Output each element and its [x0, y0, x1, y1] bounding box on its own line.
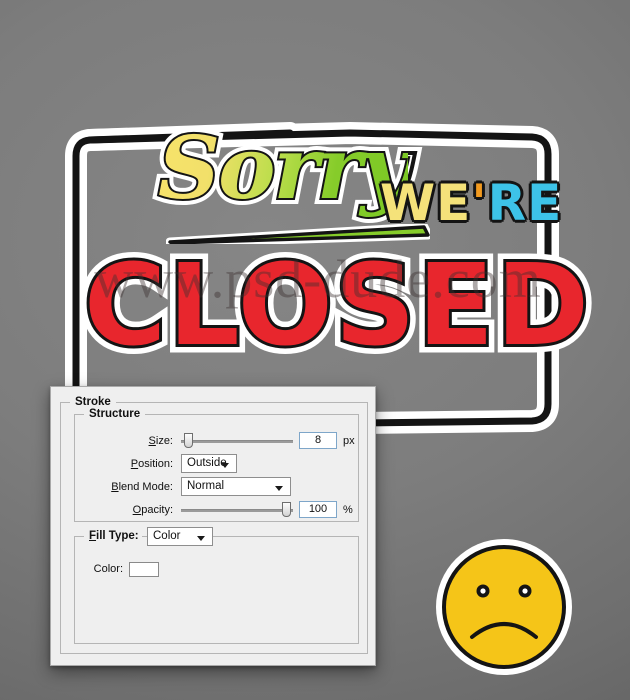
position-label: Position:	[75, 454, 173, 474]
size-slider[interactable]	[181, 431, 293, 451]
blend-mode-label-accel: B	[111, 481, 119, 493]
chevron-down-icon	[275, 486, 283, 491]
color-swatch[interactable]	[129, 562, 159, 577]
size-slider-thumb[interactable]	[184, 433, 193, 448]
position-label-rest: osition:	[138, 458, 173, 470]
blend-mode-row: Blend Mode: Normal	[75, 477, 358, 497]
were-we: WE	[380, 174, 472, 232]
color-label: Color:	[93, 563, 123, 575]
blend-mode-label: Blend Mode:	[75, 477, 173, 497]
size-label-rest: ize:	[155, 435, 173, 447]
position-row: Position: Outside	[75, 454, 358, 474]
size-label-accel: S	[148, 435, 156, 447]
structure-groupbox: Structure Size: 8 px Position: Outside B…	[74, 408, 359, 522]
size-row: Size: 8 px	[75, 431, 358, 451]
position-dropdown[interactable]: Outside	[181, 454, 237, 473]
opacity-label: Opacity:	[75, 500, 173, 520]
size-slider-track[interactable]	[181, 440, 293, 443]
closed-fill: CLOSED	[84, 241, 591, 371]
stroke-layer-style-dialog[interactable]: Stroke Structure Size: 8 px Position: Ou…	[50, 386, 376, 666]
opacity-row: Opacity: 100 %	[75, 500, 358, 520]
opacity-slider[interactable]	[181, 500, 293, 520]
size-unit-label: px	[343, 435, 355, 447]
fill-type-label-rest: ill Type:	[96, 530, 139, 542]
structure-group-label: Structure	[84, 408, 146, 420]
sign-word-sorry: Sorry Sorry Sorry	[152, 120, 416, 218]
fill-type-groupbox: Fill Type: Color Color:	[74, 527, 359, 644]
blend-mode-label-rest: lend Mode:	[118, 481, 173, 493]
opacity-unit-label: %	[343, 504, 353, 516]
sad-face-sticker	[436, 539, 572, 675]
sad-face-eye-left-highlight	[480, 588, 486, 594]
opacity-slider-track[interactable]	[181, 509, 293, 512]
fill-type-group-label: Fill Type:	[84, 530, 142, 542]
blend-mode-dropdown-value: Normal	[187, 480, 225, 492]
chevron-down-icon	[221, 463, 229, 468]
opacity-label-accel: O	[132, 504, 142, 516]
sorry-fill: Sorry	[158, 118, 410, 219]
blend-mode-dropdown[interactable]: Normal	[181, 477, 291, 496]
dialog-inner-panel: Stroke Structure Size: 8 px Position: Ou…	[56, 392, 370, 660]
fill-type-dropdown-value: Color	[153, 530, 181, 542]
sad-face-body	[442, 545, 566, 669]
were-apostrophe: '	[471, 174, 488, 232]
screenshot-stage: Sorry Sorry Sorry WE'RE CLOSED CLOSED CL…	[0, 0, 630, 700]
size-input[interactable]: 8	[299, 432, 337, 449]
sign-word-were: WE'RE	[380, 178, 562, 228]
fill-type-dropdown[interactable]: Color	[147, 527, 213, 546]
opacity-label-rest: pacity:	[141, 504, 173, 516]
fill-type-label-accel: F	[89, 530, 97, 542]
stroke-group-label: Stroke	[70, 396, 116, 408]
sign-word-closed: CLOSED CLOSED CLOSED CLOSED	[76, 242, 598, 371]
color-row: Color:	[75, 559, 358, 579]
were-re: RE	[487, 174, 563, 232]
opacity-input[interactable]: 100	[299, 501, 337, 518]
opacity-slider-thumb[interactable]	[282, 502, 291, 517]
chevron-down-icon	[197, 536, 205, 541]
size-label: Size:	[75, 431, 173, 451]
sad-face-eye-right-highlight	[522, 588, 528, 594]
